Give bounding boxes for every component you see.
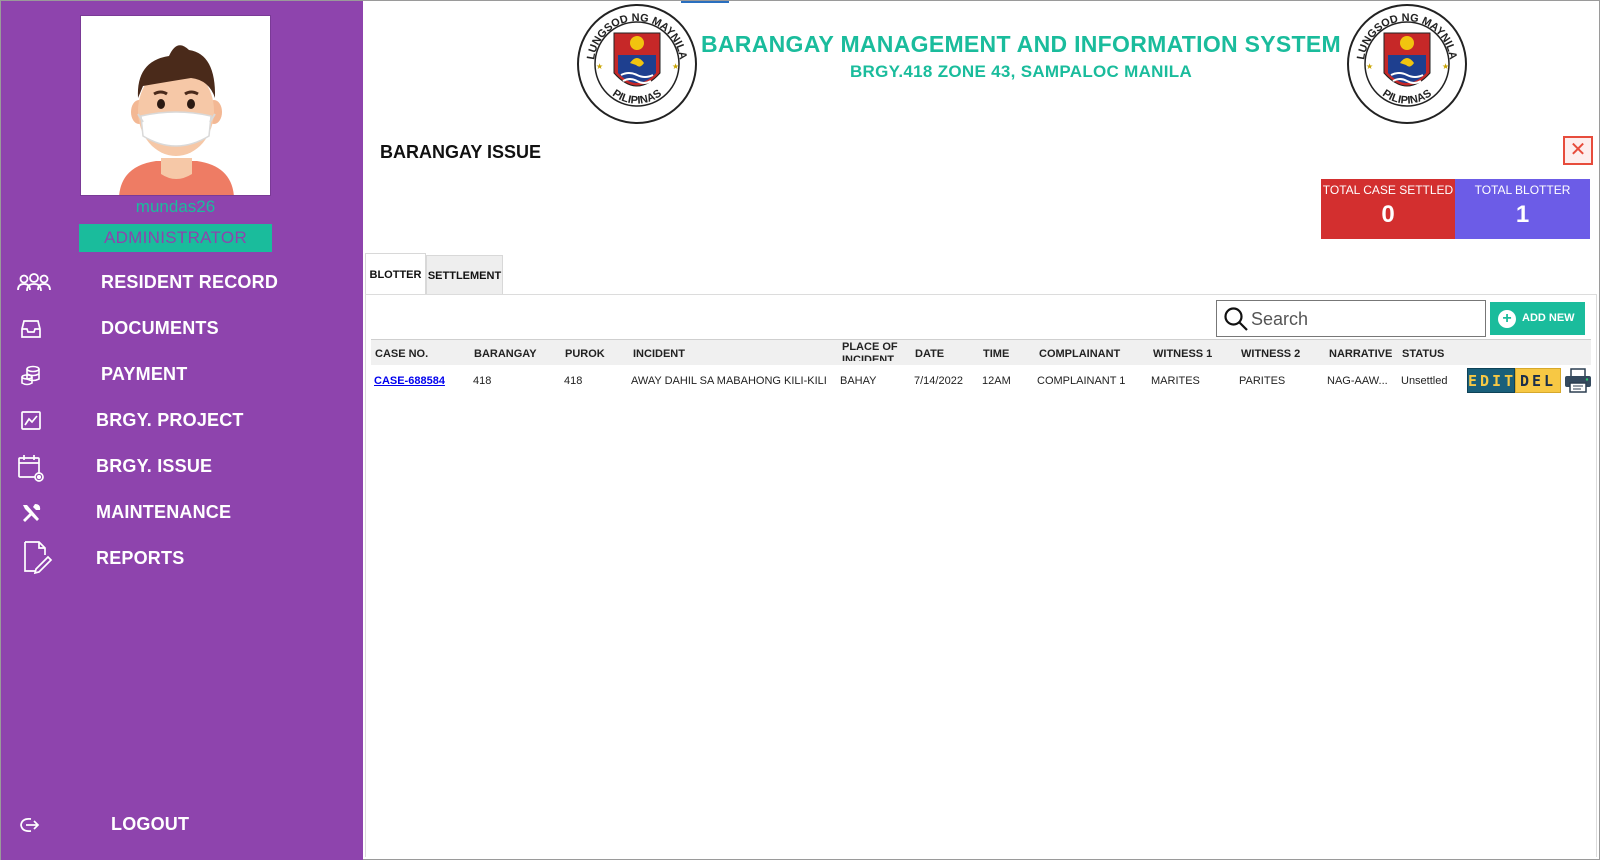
close-button[interactable]: ✕ (1563, 136, 1593, 165)
logout-icon (17, 811, 47, 839)
delete-button[interactable]: DEL (1515, 368, 1561, 393)
col-incident: INCIDENT (633, 348, 685, 360)
search-field[interactable] (1216, 300, 1486, 337)
users-icon (17, 269, 51, 297)
manila-seal-left: LUNGSOD NG MAYNILA PILIPINAS ★ ★ (576, 3, 698, 125)
col-complainant: COMPLAINANT (1039, 348, 1121, 360)
col-purok: PUROK (565, 348, 605, 360)
cell-place: BAHAY (840, 375, 877, 387)
col-narrative: NARRATIVE (1329, 348, 1393, 360)
col-case-no: CASE NO. (375, 348, 429, 360)
logout-button[interactable]: LOGOUT (1, 805, 363, 845)
stat-value: 1 (1515, 201, 1530, 228)
nav-resident-record[interactable]: RESIDENT RECORD (1, 263, 363, 303)
stat-card-blotter: TOTAL BLOTTER 1 (1455, 179, 1590, 239)
svg-text:★: ★ (1366, 62, 1373, 71)
chart-icon (19, 407, 49, 435)
nav-label: REPORTS (96, 548, 185, 568)
table-row: CASE-688584 418 418 AWAY DAHIL SA MABAHO… (371, 367, 1591, 395)
stat-value: 0 (1381, 201, 1395, 228)
plus-icon: + (1498, 310, 1516, 328)
document-edit-icon (21, 539, 53, 575)
cell-barangay: 418 (473, 375, 492, 387)
tools-icon (19, 499, 49, 527)
col-witness-2: WITNESS 2 (1241, 348, 1301, 360)
stat-label: TOTAL BLOTTER (1474, 183, 1571, 197)
nav-payment[interactable]: PAYMENT (1, 355, 363, 395)
nav-label: RESIDENT RECORD (101, 272, 279, 292)
nav-label: PAYMENT (101, 364, 188, 384)
cell-witness-1: MARITES (1151, 375, 1200, 387)
search-input[interactable] (1251, 306, 1479, 332)
svg-text:★: ★ (672, 62, 679, 71)
coins-icon (19, 361, 49, 389)
nav-brgy-issue[interactable]: BRGY. ISSUE (1, 447, 363, 487)
logout-label: LOGOUT (111, 814, 190, 834)
cell-date: 7/14/2022 (914, 375, 963, 387)
col-date: DATE (915, 348, 945, 360)
nav-documents[interactable]: DOCUMENTS (1, 309, 363, 349)
cell-incident: AWAY DAHIL SA MABAHONG KILI-KILI (631, 375, 827, 387)
col-place-of-incident: PLACE OF INCIDENT (842, 341, 898, 361)
svg-text:★: ★ (1442, 62, 1449, 71)
nav-label: BRGY. PROJECT (96, 410, 244, 430)
app-title: BARANGAY MANAGEMENT AND INFORMATION SYST… (700, 31, 1341, 57)
nav-label: MAINTENANCE (96, 502, 232, 522)
svg-text:★: ★ (596, 62, 603, 71)
inbox-tray-icon (19, 315, 49, 343)
col-barangay: BARANGAY (474, 348, 537, 360)
add-new-label: ADD NEW (1522, 312, 1575, 324)
calendar-gear-icon (17, 453, 47, 482)
nav-label: BRGY. ISSUE (96, 456, 213, 476)
cell-witness-2: PARITES (1239, 375, 1286, 387)
col-witness-1: WITNESS 1 (1153, 348, 1213, 360)
nav-reports[interactable]: REPORTS (1, 539, 363, 579)
nav-maintenance[interactable]: MAINTENANCE (1, 493, 363, 533)
app-window: mundas26 ADMINISTRATOR RESIDENT RECORD D… (0, 0, 1600, 860)
manila-seal-right: LUNGSOD NG MAYNILA PILIPINAS ★ ★ (1346, 3, 1468, 125)
nav-brgy-project[interactable]: BRGY. PROJECT (1, 401, 363, 441)
role-badge: ADMINISTRATOR (79, 224, 272, 252)
col-time: TIME (983, 348, 1010, 360)
search-icon (1223, 306, 1249, 337)
nav-label: DOCUMENTS (101, 318, 219, 338)
case-number-link[interactable]: CASE-688584 (374, 375, 445, 387)
cell-time: 12AM (982, 375, 1011, 387)
stat-label: TOTAL CASE SETTLED (1322, 183, 1454, 197)
cell-narrative: NAG-AAW... (1327, 375, 1388, 387)
sidebar: mundas26 ADMINISTRATOR RESIDENT RECORD D… (1, 1, 363, 860)
edit-button[interactable]: EDIT (1467, 368, 1515, 393)
cell-complainant: COMPLAINANT 1 (1037, 375, 1126, 387)
printer-icon[interactable] (1564, 367, 1592, 394)
username: mundas26 (135, 197, 216, 216)
stat-card-settled: TOTAL CASE SETTLED 0 (1321, 179, 1455, 239)
tab-settlement[interactable]: SETTLEMENT (426, 255, 503, 295)
add-new-button[interactable]: + ADD NEW (1490, 302, 1585, 335)
page-title: BARANGAY ISSUE (380, 142, 542, 162)
tab-blotter[interactable]: BLOTTER (365, 253, 426, 295)
app-subtitle: BRGY.418 ZONE 43, SAMPALOC MANILA (849, 62, 1193, 81)
col-status: STATUS (1402, 348, 1445, 360)
cell-purok: 418 (564, 375, 583, 387)
cell-status: Unsettled (1401, 375, 1448, 387)
avatar (80, 15, 271, 196)
table-header: CASE NO. BARANGAY PUROK INCIDENT PLACE O… (371, 339, 1591, 365)
